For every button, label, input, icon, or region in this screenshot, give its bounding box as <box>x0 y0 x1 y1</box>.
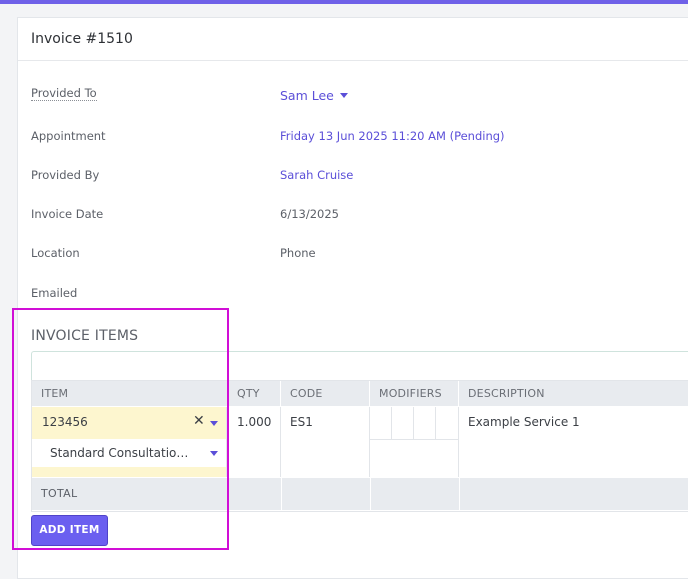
total-label: TOTAL <box>41 487 78 500</box>
column-header-code: CODE <box>281 381 370 406</box>
chevron-down-icon <box>339 93 348 98</box>
modifier-input-2[interactable] <box>392 407 414 440</box>
provided-to-dropdown[interactable]: Sam Lee <box>280 88 348 103</box>
invoice-date-value: 6/13/2025 <box>280 207 339 221</box>
emailed-label: Emailed <box>31 286 78 300</box>
chevron-down-icon[interactable] <box>210 421 218 426</box>
code-value: ES1 <box>290 415 313 429</box>
column-header-modifiers: MODIFIERS <box>370 381 459 406</box>
column-header-qty: QTY <box>228 381 281 406</box>
invoice-items-table: ITEM QTY CODE MODIFIERS DESCRIPTION 1234… <box>31 380 688 512</box>
location-value: Phone <box>280 246 316 260</box>
item-name-value: Standard Consultatio… <box>50 446 189 460</box>
invoice-date-label: Invoice Date <box>31 207 104 221</box>
item-code-input[interactable]: 123456 <box>42 415 88 429</box>
card-header: Invoice #1510 <box>18 18 688 61</box>
qty-value: 1.000 <box>237 415 272 429</box>
total-divider <box>459 478 460 510</box>
total-row: TOTAL <box>32 478 688 510</box>
provided-to-value: Sam Lee <box>280 88 334 103</box>
total-divider <box>370 478 371 510</box>
add-item-button[interactable]: ADD ITEM <box>31 515 108 546</box>
modifier-input-3[interactable] <box>414 407 436 440</box>
page-title: Invoice #1510 <box>31 31 133 47</box>
chevron-down-icon <box>210 451 218 456</box>
location-label: Location <box>31 246 80 260</box>
modifier-input-4[interactable] <box>436 407 459 440</box>
item-cell: 123456 ✕ Standard Consultatio… <box>32 407 227 477</box>
appointment-link[interactable]: Friday 13 Jun 2025 11:20 AM (Pending) <box>280 129 505 143</box>
code-cell: ES1 <box>281 407 370 477</box>
column-header-item: ITEM <box>32 381 228 406</box>
invoice-card: Invoice #1510 Provided To Sam Lee Appoin… <box>17 17 688 579</box>
provided-by-link[interactable]: Sarah Cruise <box>280 168 353 182</box>
description-value: Example Service 1 <box>468 415 580 429</box>
appointment-label: Appointment <box>31 129 106 143</box>
modifier-input-1[interactable] <box>370 407 392 440</box>
provided-by-label: Provided By <box>31 168 100 182</box>
item-search-input[interactable] <box>31 351 688 383</box>
qty-cell[interactable]: 1.000 <box>228 407 281 477</box>
column-header-description: DESCRIPTION <box>459 381 688 406</box>
total-divider <box>281 478 282 510</box>
total-divider <box>228 478 229 510</box>
provided-to-label: Provided To <box>31 86 97 101</box>
description-cell[interactable]: Example Service 1 <box>459 407 688 477</box>
item-name-select[interactable]: Standard Consultatio… <box>32 439 226 467</box>
page-background <box>0 4 17 568</box>
invoice-items-title: INVOICE ITEMS <box>31 328 139 344</box>
close-icon[interactable]: ✕ <box>193 413 205 429</box>
top-accent-bar <box>0 0 688 4</box>
